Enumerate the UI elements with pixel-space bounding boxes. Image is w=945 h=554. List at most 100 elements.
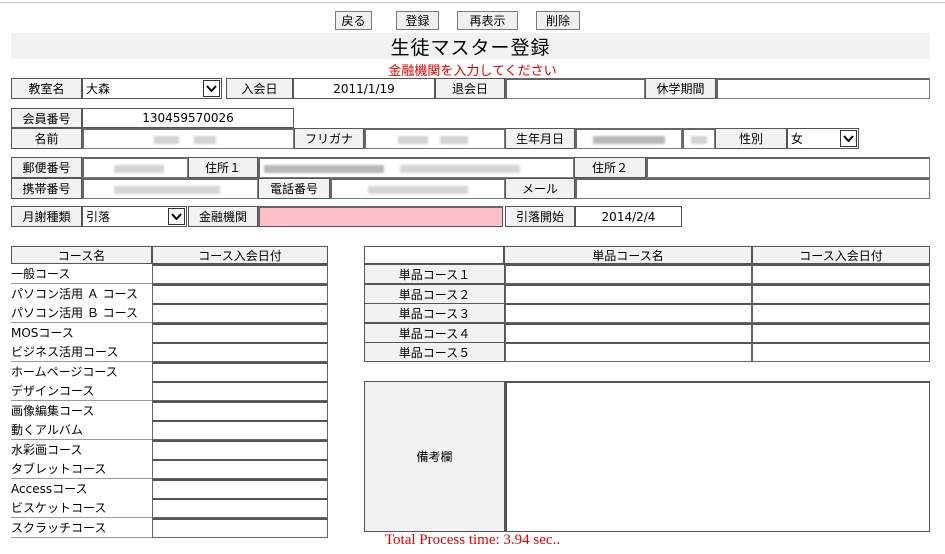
phone-label: 電話番号 bbox=[258, 178, 330, 199]
postal-field[interactable] bbox=[82, 157, 188, 178]
single-course-date-field[interactable] bbox=[752, 264, 930, 284]
bank-label: 金融機関 bbox=[188, 206, 258, 227]
single-course-date-header: コース入会日付 bbox=[752, 246, 930, 264]
address1-label: 住所１ bbox=[188, 157, 258, 178]
member-no-field[interactable]: 130459570026 bbox=[82, 108, 294, 128]
fee-type-value: 引落 bbox=[86, 210, 111, 224]
address2-field[interactable] bbox=[646, 157, 930, 178]
birthday-label: 生年月日 bbox=[505, 128, 575, 149]
mail-field[interactable] bbox=[575, 178, 930, 199]
single-course-name-header: 単品コース名 bbox=[504, 246, 752, 264]
furigana-label: フリガナ bbox=[294, 128, 364, 149]
course-date-field[interactable] bbox=[152, 381, 328, 401]
chevron-down-icon[interactable] bbox=[840, 130, 857, 147]
redisplay-button[interactable]: 再表示 bbox=[457, 11, 518, 30]
redacted-text bbox=[398, 136, 428, 144]
name-label: 名前 bbox=[11, 128, 82, 149]
leave-period-field[interactable] bbox=[716, 78, 930, 99]
remarks-textarea[interactable] bbox=[505, 381, 930, 532]
course-name: 画像編集コース bbox=[11, 401, 152, 421]
course-name: Accessコース bbox=[11, 479, 152, 499]
chevron-down-icon[interactable] bbox=[203, 80, 220, 97]
redacted-text bbox=[114, 186, 220, 194]
mobile-label: 携帯番号 bbox=[11, 178, 82, 199]
single-course-blank-header bbox=[364, 246, 504, 264]
single-course-name-field[interactable] bbox=[505, 264, 752, 284]
course-date-field[interactable] bbox=[152, 440, 328, 460]
course-name: パソコン活用 Ａ コース bbox=[11, 284, 152, 304]
redacted-text bbox=[264, 165, 384, 173]
gender-select[interactable]: 女 bbox=[787, 128, 859, 149]
course-date-field[interactable] bbox=[152, 498, 328, 518]
age-field[interactable] bbox=[682, 128, 715, 149]
redacted-text bbox=[400, 165, 520, 173]
join-date-field[interactable]: 2011/1/19 bbox=[293, 78, 435, 99]
classroom-value: 大森 bbox=[86, 82, 111, 96]
course-date-header: コース入会日付 bbox=[152, 246, 328, 264]
member-no-label: 会員番号 bbox=[11, 108, 82, 128]
course-date-field[interactable] bbox=[152, 342, 328, 362]
course-name: 動くアルバム bbox=[11, 420, 152, 440]
course-date-field[interactable] bbox=[152, 459, 328, 479]
redacted-text bbox=[440, 136, 468, 144]
fee-type-select[interactable]: 引落 bbox=[82, 206, 187, 227]
single-course-label: 単品コース４ bbox=[364, 323, 505, 343]
redacted-text bbox=[368, 186, 468, 194]
single-course-date-field[interactable] bbox=[752, 303, 930, 323]
course-date-field[interactable] bbox=[152, 264, 328, 284]
remarks-label: 備考欄 bbox=[364, 381, 505, 532]
classroom-label: 教室名 bbox=[11, 78, 82, 99]
course-date-field[interactable] bbox=[152, 401, 328, 421]
phone-field[interactable] bbox=[330, 178, 505, 199]
single-course-name-field[interactable] bbox=[505, 284, 752, 304]
single-course-name-field[interactable] bbox=[505, 323, 752, 343]
leave-period-label: 休学期間 bbox=[645, 78, 716, 99]
page-title: 生徒マスター登録 bbox=[11, 33, 930, 59]
single-course-date-field[interactable] bbox=[752, 342, 930, 362]
gender-label: 性別 bbox=[715, 128, 787, 149]
course-date-field[interactable] bbox=[152, 479, 328, 499]
course-date-field[interactable] bbox=[152, 284, 328, 304]
redacted-text bbox=[194, 136, 216, 144]
course-name: デザインコース bbox=[11, 381, 152, 401]
classroom-select[interactable]: 大森 bbox=[82, 78, 222, 99]
leave-date-label: 退会日 bbox=[435, 78, 505, 99]
top-divider bbox=[0, 2, 945, 3]
single-course-date-field[interactable] bbox=[752, 323, 930, 343]
back-button[interactable]: 戻る bbox=[335, 11, 372, 30]
leave-date-field[interactable] bbox=[505, 78, 645, 99]
course-date-field[interactable] bbox=[152, 420, 328, 440]
join-date-label: 入会日 bbox=[226, 78, 293, 99]
postal-label: 郵便番号 bbox=[11, 157, 82, 178]
gender-value: 女 bbox=[791, 132, 804, 146]
name-field[interactable] bbox=[82, 128, 294, 149]
course-date-field[interactable] bbox=[152, 303, 328, 323]
course-name: 一般コース bbox=[11, 264, 152, 284]
delete-button[interactable]: 削除 bbox=[536, 11, 580, 30]
bank-field[interactable] bbox=[258, 206, 503, 227]
course-date-field[interactable] bbox=[152, 323, 328, 343]
single-course-name-field[interactable] bbox=[505, 303, 752, 323]
course-date-field[interactable] bbox=[152, 362, 328, 382]
debit-start-label: 引落開始 bbox=[505, 206, 575, 227]
debit-start-field[interactable]: 2014/2/4 bbox=[575, 206, 682, 227]
course-name: ホームページコース bbox=[11, 362, 152, 382]
chevron-down-icon[interactable] bbox=[168, 208, 185, 225]
single-course-label: 単品コース１ bbox=[364, 264, 505, 284]
single-course-date-field[interactable] bbox=[752, 284, 930, 304]
single-course-name-field[interactable] bbox=[505, 342, 752, 362]
course-name: ビスケットコース bbox=[11, 498, 152, 518]
course-name: パソコン活用 Ｂ コース bbox=[11, 303, 152, 323]
course-name: 水彩画コース bbox=[11, 440, 152, 460]
furigana-field[interactable] bbox=[364, 128, 505, 149]
redacted-text bbox=[154, 136, 179, 144]
mail-label: メール bbox=[505, 178, 575, 199]
course-name-header: コース名 bbox=[11, 246, 152, 264]
single-course-label: 単品コース３ bbox=[364, 303, 505, 323]
mobile-field[interactable] bbox=[82, 178, 258, 199]
register-button[interactable]: 登録 bbox=[396, 11, 439, 30]
redacted-text bbox=[593, 136, 665, 144]
course-name: MOSコース bbox=[11, 323, 152, 343]
address1-field[interactable] bbox=[258, 157, 574, 178]
birthday-field[interactable] bbox=[575, 128, 682, 149]
